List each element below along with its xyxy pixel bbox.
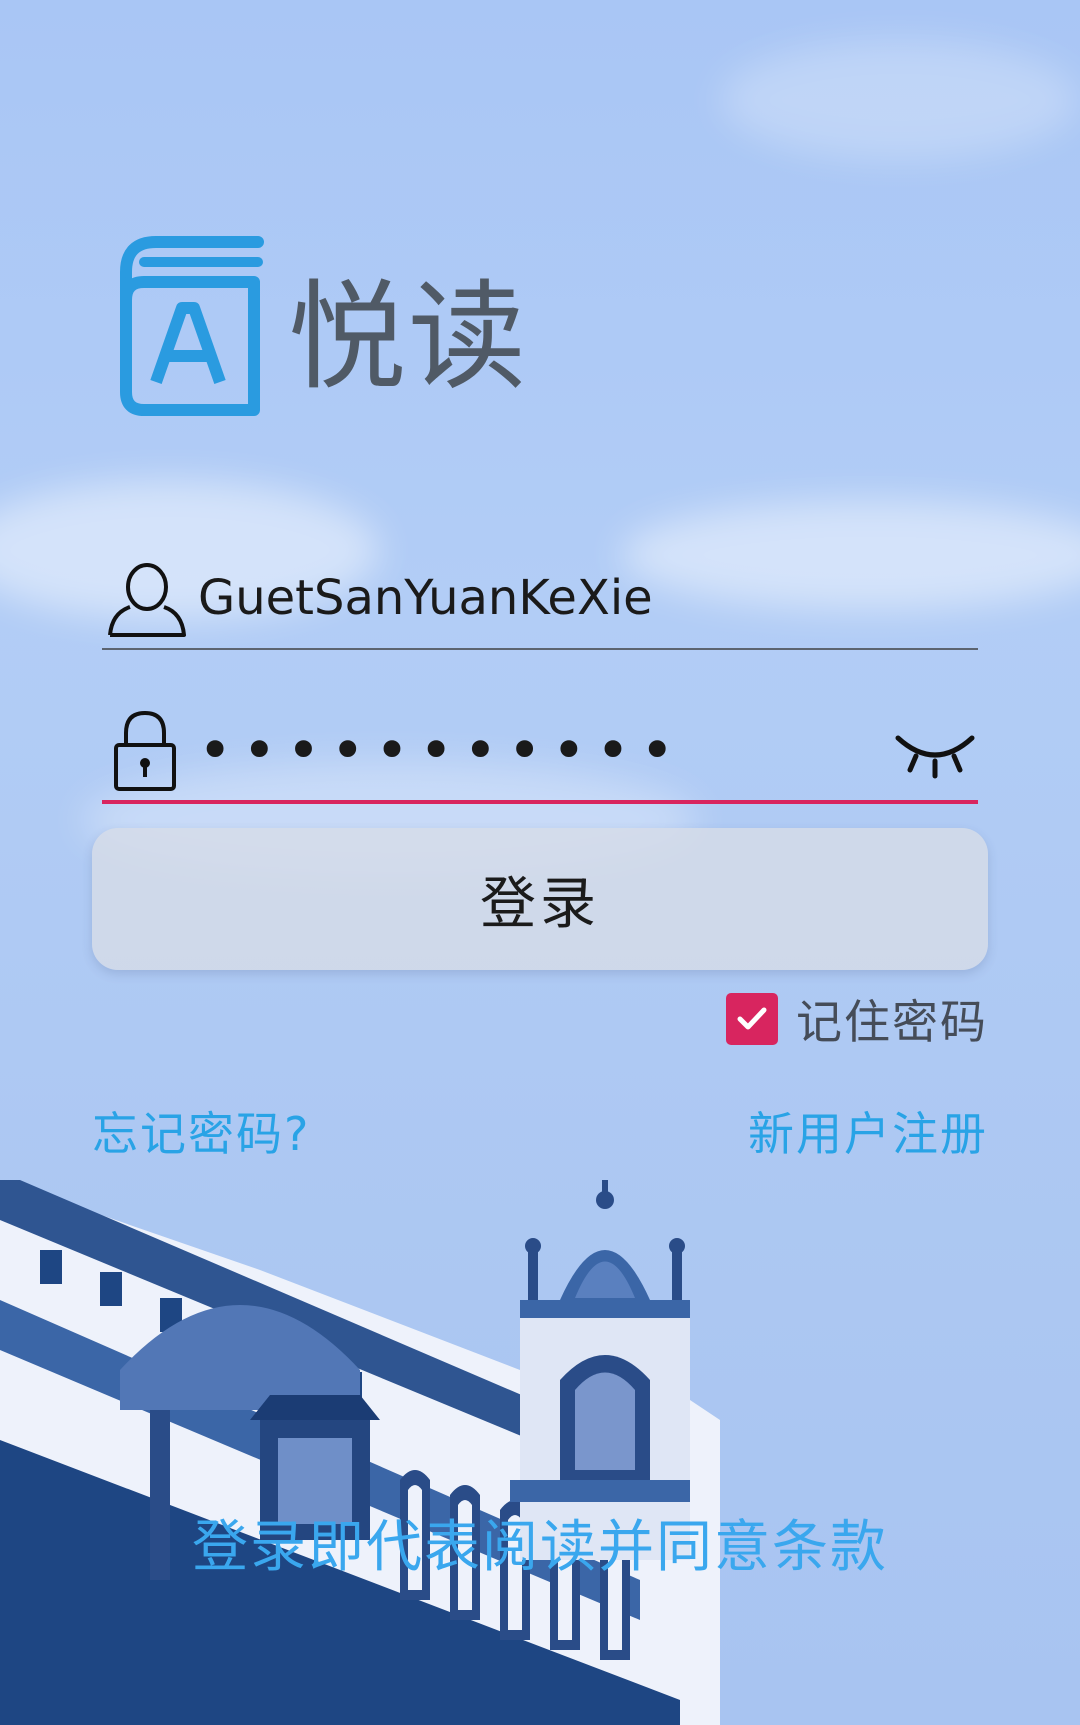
password-field[interactable]: ••••••••••• [102,700,978,804]
register-link[interactable]: 新用户注册 [748,1098,988,1164]
username-input[interactable] [188,558,978,638]
campus-building-illustration [0,1180,720,1725]
lock-icon [114,710,176,791]
remember-password-checkbox[interactable] [726,993,778,1045]
password-input[interactable]: ••••••••••• [188,710,892,790]
username-field[interactable] [102,548,978,650]
login-screen: 悦读 ••••••••••• 登录 [0,0,1080,1725]
app-logo: 悦读 [108,232,528,430]
remember-password-toggle[interactable]: 记住密码 [726,986,988,1052]
login-button[interactable]: 登录 [92,828,988,970]
forgot-password-link[interactable]: 忘记密码? [92,1098,310,1164]
background-cloud [720,40,1080,160]
user-icon [108,563,186,637]
remember-password-label: 记住密码 [796,995,988,1049]
app-title: 悦读 [288,268,529,406]
terms-link[interactable]: 登录即代表阅读并同意条款 [0,1502,1080,1583]
book-a-icon [120,236,264,416]
eye-closed-icon[interactable] [892,720,978,780]
check-icon [737,1007,767,1030]
